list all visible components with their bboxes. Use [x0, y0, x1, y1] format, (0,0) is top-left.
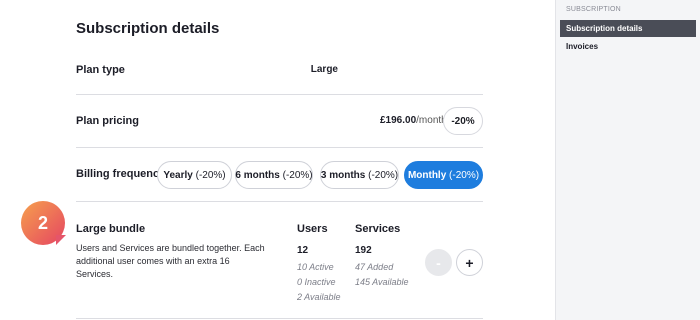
billing-option-pct: (-20%) [368, 169, 399, 181]
users-inactive: 0 Inactive [297, 277, 336, 287]
services-added: 47 Added [355, 262, 394, 272]
services-header: Services [355, 223, 401, 235]
users-active: 10 Active [297, 262, 334, 272]
divider [76, 94, 483, 95]
billing-option-pct: (-20%) [282, 169, 313, 181]
sidebar: SUBSCRIPTION Subscription details Invoic… [555, 0, 700, 320]
bundle-title: Large bundle [76, 223, 146, 235]
discount-badge: -20% [443, 107, 483, 135]
billing-option-6-months[interactable]: 6 months (-20%) [235, 161, 313, 189]
step-badge-tail [56, 235, 66, 245]
main-panel: Subscription details Plan type Large Pla… [0, 0, 555, 320]
users-total: 12 [297, 245, 309, 256]
billing-option-name: Yearly [163, 169, 193, 181]
decrease-users-button[interactable]: - [425, 249, 452, 276]
users-available: 2 Available [297, 292, 341, 302]
billing-option-pct: (-20%) [449, 169, 480, 181]
sidebar-section-title: SUBSCRIPTION [566, 6, 621, 13]
plan-type-label: Plan type [76, 64, 125, 76]
billing-option-pct: (-20%) [195, 169, 226, 181]
services-available: 145 Available [355, 277, 409, 287]
plan-type-value: Large [310, 64, 338, 75]
billing-option-name: 6 months [235, 169, 280, 181]
price-amount: £196.00 [380, 115, 417, 126]
bundle-description: Users and Services are bundled together.… [76, 243, 265, 279]
increase-users-button[interactable]: + [456, 249, 483, 276]
plan-pricing-label: Plan pricing [76, 115, 139, 127]
sidebar-item-subscription-details[interactable]: Subscription details [560, 20, 696, 37]
billing-frequency-label: Billing frequency [76, 168, 166, 180]
billing-option-3-months[interactable]: 3 months (-20%) [320, 161, 399, 189]
billing-option-monthly[interactable]: Monthly (-20%) [404, 161, 483, 189]
sidebar-item-invoices[interactable]: Invoices [560, 38, 696, 55]
divider [76, 318, 483, 319]
billing-option-name: 3 months [320, 169, 366, 181]
billing-option-yearly[interactable]: Yearly (-20%) [157, 161, 232, 189]
billing-option-name: Monthly [407, 169, 447, 181]
services-total: 192 [355, 245, 372, 256]
users-header: Users [297, 223, 328, 235]
price-text: £196.00/month [380, 115, 447, 126]
divider [76, 147, 483, 148]
divider [76, 201, 483, 202]
page-title: Subscription details [76, 20, 220, 37]
